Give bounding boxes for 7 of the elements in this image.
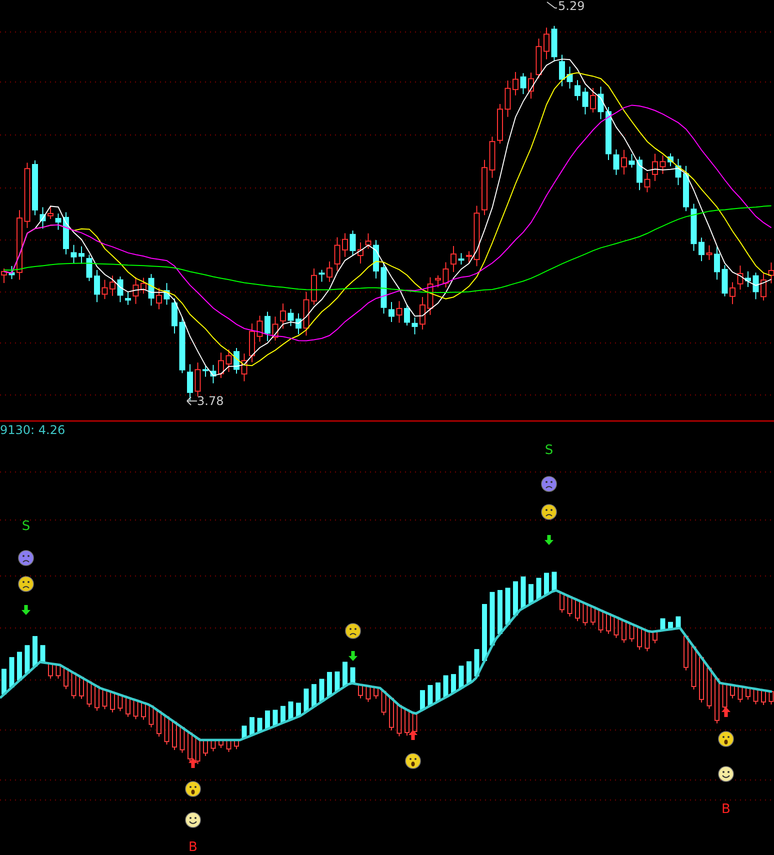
high-price-label: 5.29 xyxy=(558,0,585,13)
sell-signal-letter: S xyxy=(22,519,30,534)
low-price-label: 3.78 xyxy=(197,394,224,408)
buy-signal-letter: B xyxy=(722,802,730,817)
indicator-value: 9130: 4.26 xyxy=(0,423,66,437)
buy-signal-letter: B xyxy=(188,840,198,855)
sell-signal-letter: S xyxy=(544,443,554,458)
